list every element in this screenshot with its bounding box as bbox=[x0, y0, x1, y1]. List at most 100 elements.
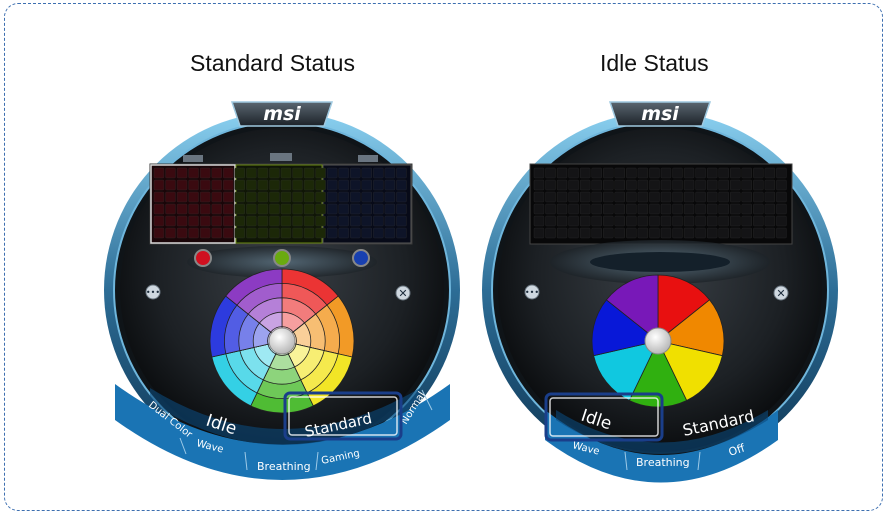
keyboard-key bbox=[269, 215, 280, 227]
keyboard-key bbox=[200, 215, 211, 227]
keyboard-key bbox=[223, 179, 234, 191]
keyboard-preview[interactable] bbox=[529, 163, 793, 245]
keyboard-key bbox=[718, 179, 729, 191]
keyboard-key bbox=[153, 191, 165, 203]
keyboard-key bbox=[373, 215, 384, 227]
zone-color-dot-green[interactable] bbox=[273, 249, 291, 267]
keyboard-key bbox=[730, 191, 741, 203]
zone-color-dot-red[interactable] bbox=[194, 249, 212, 267]
keyboard-key bbox=[165, 191, 176, 203]
keyboard-key bbox=[637, 179, 649, 191]
keyboard-key bbox=[327, 167, 338, 179]
keyboard-key bbox=[165, 203, 176, 215]
standard-status-panel: msi ••• ✕ Dual Color Idle Standard Norma… bbox=[104, 101, 460, 480]
keyboard-key bbox=[683, 191, 695, 203]
keyboard-key bbox=[176, 203, 188, 215]
keyboard-key bbox=[672, 191, 683, 203]
keyboard-key bbox=[373, 227, 384, 239]
keyboard-key bbox=[315, 227, 326, 239]
keyboard-key bbox=[707, 167, 718, 179]
keyboard-key bbox=[361, 179, 372, 191]
keyboard-key bbox=[533, 191, 545, 203]
menu-item-breathing[interactable]: Breathing bbox=[257, 460, 311, 473]
keyboard-key bbox=[223, 203, 234, 215]
keyboard-key bbox=[660, 203, 672, 215]
msi-logo: msi bbox=[641, 103, 679, 125]
keyboard-key bbox=[741, 227, 752, 239]
zone-color-dot-blue[interactable] bbox=[352, 249, 370, 267]
keyboard-key bbox=[338, 203, 349, 215]
keyboard-key bbox=[257, 203, 269, 215]
keyboard-key bbox=[361, 167, 372, 179]
keyboard-key bbox=[361, 215, 372, 227]
zone-tab-left[interactable] bbox=[183, 155, 203, 162]
keyboard-key bbox=[200, 227, 211, 239]
keyboard-key bbox=[153, 215, 165, 227]
keyboard-key bbox=[338, 179, 349, 191]
keyboard-key bbox=[280, 215, 292, 227]
keyboard-key bbox=[373, 167, 384, 179]
keyboard-key bbox=[764, 227, 776, 239]
svg-text:•••: ••• bbox=[525, 288, 539, 297]
keyboard-key bbox=[660, 167, 672, 179]
keyboard-key bbox=[280, 179, 292, 191]
keyboard-key bbox=[695, 167, 706, 179]
keyboard-key bbox=[292, 203, 303, 215]
keyboard-key bbox=[211, 167, 222, 179]
keyboard-key bbox=[384, 179, 396, 191]
keyboard-key bbox=[753, 227, 764, 239]
keyboard-preview[interactable] bbox=[149, 163, 413, 245]
keyboard-key bbox=[350, 191, 361, 203]
wheel-center-knob-icon[interactable] bbox=[644, 327, 672, 355]
keyboard-key bbox=[556, 227, 568, 239]
keyboard-key bbox=[234, 167, 245, 179]
keyboard-key bbox=[556, 167, 568, 179]
keyboard-key bbox=[707, 203, 718, 215]
keyboard-key bbox=[396, 179, 407, 191]
keyboard-key bbox=[533, 215, 545, 227]
keyboard-key bbox=[741, 191, 752, 203]
keyboard-key bbox=[556, 215, 568, 227]
keyboard-key bbox=[384, 167, 396, 179]
keyboard-key bbox=[660, 227, 672, 239]
keyboard-key bbox=[373, 179, 384, 191]
keyboard-key bbox=[153, 227, 165, 239]
keyboard-key bbox=[683, 227, 695, 239]
keyboard-key bbox=[776, 215, 787, 227]
keyboard-key bbox=[234, 191, 245, 203]
keyboard-key bbox=[637, 203, 649, 215]
keyboard-key bbox=[603, 167, 614, 179]
keyboard-key bbox=[764, 203, 776, 215]
zone-tab-middle[interactable] bbox=[270, 153, 292, 161]
menu-item-breathing[interactable]: Breathing bbox=[636, 456, 690, 469]
keyboard-key bbox=[626, 215, 637, 227]
keyboard-key bbox=[373, 191, 384, 203]
keyboard-key bbox=[672, 215, 683, 227]
keyboard-key bbox=[591, 203, 602, 215]
keyboard-key bbox=[396, 227, 407, 239]
keyboard-key bbox=[707, 191, 718, 203]
keyboard-key bbox=[384, 227, 396, 239]
keyboard-key bbox=[315, 167, 326, 179]
keyboard-key bbox=[327, 227, 338, 239]
keyboard-key bbox=[764, 167, 776, 179]
keyboard-key bbox=[292, 167, 303, 179]
keyboard-key bbox=[545, 179, 556, 191]
keyboard-key bbox=[223, 215, 234, 227]
keyboard-key bbox=[280, 167, 292, 179]
keyboard-key bbox=[580, 203, 591, 215]
keyboard-key bbox=[568, 167, 579, 179]
keyboard-key bbox=[545, 191, 556, 203]
keyboard-key bbox=[165, 227, 176, 239]
keyboard-key bbox=[672, 203, 683, 215]
keyboard-key bbox=[246, 203, 257, 215]
keyboard-key bbox=[626, 191, 637, 203]
keyboard-key bbox=[580, 227, 591, 239]
keyboard-key bbox=[234, 179, 245, 191]
zone-tab-right[interactable] bbox=[358, 155, 378, 162]
keyboard-key bbox=[580, 215, 591, 227]
keyboard-key bbox=[315, 215, 326, 227]
keyboard-key bbox=[223, 227, 234, 239]
keyboard-key bbox=[730, 203, 741, 215]
wheel-center-knob-icon[interactable] bbox=[268, 327, 296, 355]
